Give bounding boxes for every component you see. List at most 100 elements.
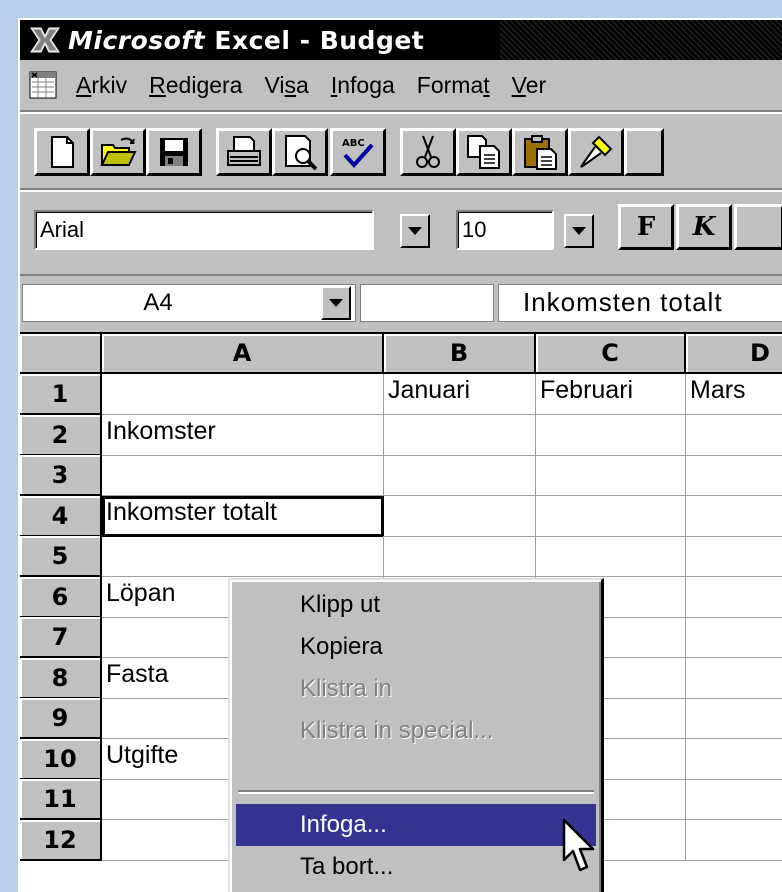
menu-visa-pre: Vi [264, 71, 285, 98]
cell-d9[interactable] [686, 698, 782, 739]
cell-d6[interactable] [686, 577, 782, 618]
paste-button[interactable] [512, 128, 568, 176]
cell-a5[interactable] [102, 536, 384, 577]
cell-c2[interactable] [536, 415, 686, 456]
window-title: Microsoft Excel - Budget [68, 26, 424, 55]
column-header-b[interactable]: B [384, 334, 536, 374]
font-size-field[interactable]: 10 [456, 210, 554, 250]
cell-d10[interactable] [686, 739, 782, 780]
chevron-down-icon [572, 227, 586, 235]
name-box-dropdown[interactable] [321, 286, 351, 320]
cell-b2[interactable] [384, 415, 536, 456]
cell-c5[interactable] [536, 536, 686, 577]
name-box-value: A4 [143, 289, 173, 316]
menu-bar: Arkiv Redigera Visa Infoga Format Ver [20, 60, 782, 112]
menu-redigera[interactable]: Redigera [143, 72, 258, 99]
row-header[interactable]: 1 [20, 374, 102, 415]
excel-logo-icon [30, 27, 60, 53]
cell-a3[interactable] [102, 455, 384, 496]
menu-verktyg-post: er [525, 71, 547, 98]
menu-visa-key: s [284, 71, 297, 98]
save-button[interactable] [146, 128, 202, 176]
row-header[interactable]: 4 [20, 496, 102, 537]
toolbar-overflow-button[interactable] [624, 128, 664, 176]
cell-d7[interactable] [686, 617, 782, 658]
row-header[interactable]: 6 [20, 577, 102, 618]
copy-button[interactable] [456, 128, 512, 176]
menu-visa[interactable]: Visa [258, 72, 324, 99]
ctx-item-infoga[interactable]: Infoga... [236, 804, 596, 846]
row-header[interactable]: 3 [20, 455, 102, 496]
print-preview-button[interactable] [272, 128, 328, 176]
row-header[interactable]: 12 [20, 820, 102, 861]
svg-text:ABC: ABC [342, 138, 365, 149]
menu-redigera-key: R [149, 71, 166, 98]
font-size-dropdown[interactable] [564, 214, 594, 248]
cell-d11[interactable] [686, 779, 782, 820]
format-painter-icon [580, 135, 613, 168]
cell-d4[interactable] [686, 496, 782, 537]
standard-toolbar: ABC [20, 112, 782, 190]
row-header[interactable]: 9 [20, 698, 102, 739]
column-header-c[interactable]: C [536, 334, 686, 374]
format-painter-button[interactable] [568, 128, 624, 176]
cell-c1[interactable]: Februari [536, 374, 686, 415]
row-header[interactable]: 7 [20, 617, 102, 658]
menu-infoga[interactable]: Infoga [325, 72, 411, 99]
underline-button[interactable] [734, 204, 782, 250]
cell-d2[interactable] [686, 415, 782, 456]
formula-bar: A4 Inkomsten totalt [20, 276, 782, 328]
ctx-item-kopiera[interactable]: Kopiera [236, 626, 596, 668]
cell-d3[interactable] [686, 455, 782, 496]
menu-verktyg-key: V [511, 71, 526, 98]
spelling-button[interactable]: ABC [330, 128, 386, 176]
cell-a4[interactable]: Inkomster totalt [102, 496, 384, 537]
column-header-a[interactable]: A [102, 334, 384, 374]
font-name-dropdown[interactable] [400, 214, 430, 248]
menu-verktyg[interactable]: Ver [506, 72, 563, 99]
new-button[interactable] [34, 128, 90, 176]
open-folder-icon [100, 137, 137, 166]
open-button[interactable] [90, 128, 146, 176]
cell-c3[interactable] [536, 455, 686, 496]
cell-b1[interactable]: Januari [384, 374, 536, 415]
bold-button[interactable]: F [618, 204, 674, 250]
row-header[interactable]: 2 [20, 415, 102, 456]
context-menu-separator [238, 790, 594, 794]
cut-button[interactable] [400, 128, 456, 176]
cell-a2[interactable]: Inkomster [102, 415, 384, 456]
cell-d1[interactable]: Mars [686, 374, 782, 415]
menu-arkiv-key: A [76, 71, 92, 98]
name-box[interactable]: A4 [22, 284, 356, 322]
menu-redigera-post: edigera [165, 71, 243, 98]
italic-button[interactable]: K [676, 204, 732, 250]
row-header[interactable]: 10 [20, 739, 102, 780]
font-name-field[interactable]: Arial [34, 210, 374, 250]
row-header[interactable]: 11 [20, 779, 102, 820]
print-preview-icon [285, 135, 318, 171]
row-header[interactable]: 5 [20, 536, 102, 577]
mouse-pointer-icon [562, 818, 595, 872]
menu-arkiv[interactable]: Arkiv [70, 72, 143, 99]
cell-c4[interactable] [536, 496, 686, 537]
ctx-item-klipp-ut[interactable]: Klipp ut [236, 584, 596, 626]
cell-b4[interactable] [384, 496, 536, 537]
title-bar: Microsoft Excel - Budget [20, 20, 782, 60]
cell-b5[interactable] [384, 536, 536, 577]
cell-a1[interactable] [102, 374, 384, 415]
formula-input[interactable]: Inkomsten totalt [498, 284, 782, 322]
select-all-corner[interactable] [20, 334, 102, 374]
save-disk-icon [160, 138, 188, 166]
cell-d12[interactable] [686, 820, 782, 861]
print-button[interactable] [216, 128, 272, 176]
cell-d5[interactable] [686, 536, 782, 577]
workbook-icon[interactable] [28, 70, 58, 100]
column-header-d[interactable]: D [686, 334, 782, 374]
cell-b3[interactable] [384, 455, 536, 496]
menu-format[interactable]: Format [411, 72, 506, 99]
row-header[interactable]: 8 [20, 658, 102, 699]
print-icon [227, 136, 261, 166]
ctx-item-ta-bort[interactable]: Ta bort... [236, 846, 596, 888]
cell-d8[interactable] [686, 658, 782, 699]
menu-format-key: t [483, 71, 490, 98]
